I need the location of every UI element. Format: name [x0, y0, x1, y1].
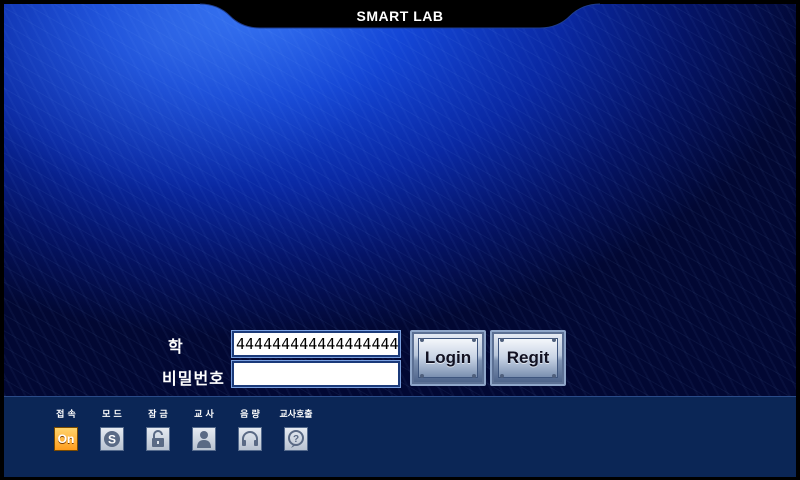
toolbar-item-label: 접 속	[56, 410, 76, 420]
on-icon[interactable]: On	[54, 427, 78, 451]
password-label: 비밀번호	[162, 369, 225, 388]
toolbar-item-lock[interactable]: 잠 금	[138, 409, 178, 451]
headphone-icon[interactable]	[238, 427, 262, 451]
headphone-icon-graphic	[242, 431, 258, 446]
toolbar-item-teacher[interactable]: 교 사	[184, 409, 224, 451]
s-mode-icon-graphic: S	[104, 431, 120, 447]
app-title: SMART LAB	[356, 8, 444, 24]
toolbar-item-mode[interactable]: 모 드 S	[92, 409, 132, 451]
bottom-toolbar: 접 속 On 모 드 S 잠 금 교 사 음 량 교사호출 ?	[4, 396, 796, 477]
rivet-icon	[472, 338, 476, 342]
call-teacher-icon[interactable]: ?	[284, 427, 308, 451]
login-button-label: Login	[424, 348, 472, 367]
toolbar-item-label: 모 드	[102, 410, 122, 420]
title-bar: SMART LAB	[0, 0, 800, 30]
unlock-icon-graphic	[152, 430, 164, 447]
background-image	[4, 4, 796, 396]
person-icon-graphic	[197, 431, 211, 448]
student-id-input[interactable]: 444444444444444444y	[231, 330, 401, 358]
regit-button-label: Regit	[506, 348, 550, 367]
toolbar-item-label: 교사호출	[279, 410, 313, 420]
rivet-icon	[472, 374, 476, 378]
rivet-icon	[500, 374, 504, 378]
smart-lab-screen: SMART LAB 학 번 비밀번호 444444444444444444y L…	[0, 0, 800, 480]
rivet-icon	[500, 338, 504, 342]
toolbar-item-label: 음 량	[240, 410, 260, 420]
rivet-icon	[552, 374, 556, 378]
svg-text:?: ?	[293, 434, 299, 445]
rivet-icon	[420, 338, 424, 342]
rivet-icon	[552, 338, 556, 342]
toolbar-item-label: 잠 금	[148, 410, 168, 420]
regit-button[interactable]: Regit	[490, 330, 566, 386]
unlock-icon[interactable]	[146, 427, 170, 451]
person-icon[interactable]	[192, 427, 216, 451]
toolbar-item-call-teacher[interactable]: 교사호출 ?	[276, 409, 316, 451]
call-teacher-icon-graphic: ?	[288, 430, 304, 448]
s-mode-icon-text: S	[108, 433, 116, 447]
toolbar-item-connect[interactable]: 접 속 On	[46, 409, 86, 451]
student-id-value: 444444444444444444y	[236, 335, 400, 353]
toolbar-item-volume[interactable]: 음 량	[230, 409, 270, 451]
login-button[interactable]: Login	[410, 330, 486, 386]
rivet-icon	[420, 374, 424, 378]
password-input[interactable]	[231, 360, 401, 388]
s-mode-icon[interactable]: S	[100, 427, 124, 451]
on-icon-text: On	[57, 432, 75, 446]
toolbar-item-label: 교 사	[194, 410, 214, 420]
